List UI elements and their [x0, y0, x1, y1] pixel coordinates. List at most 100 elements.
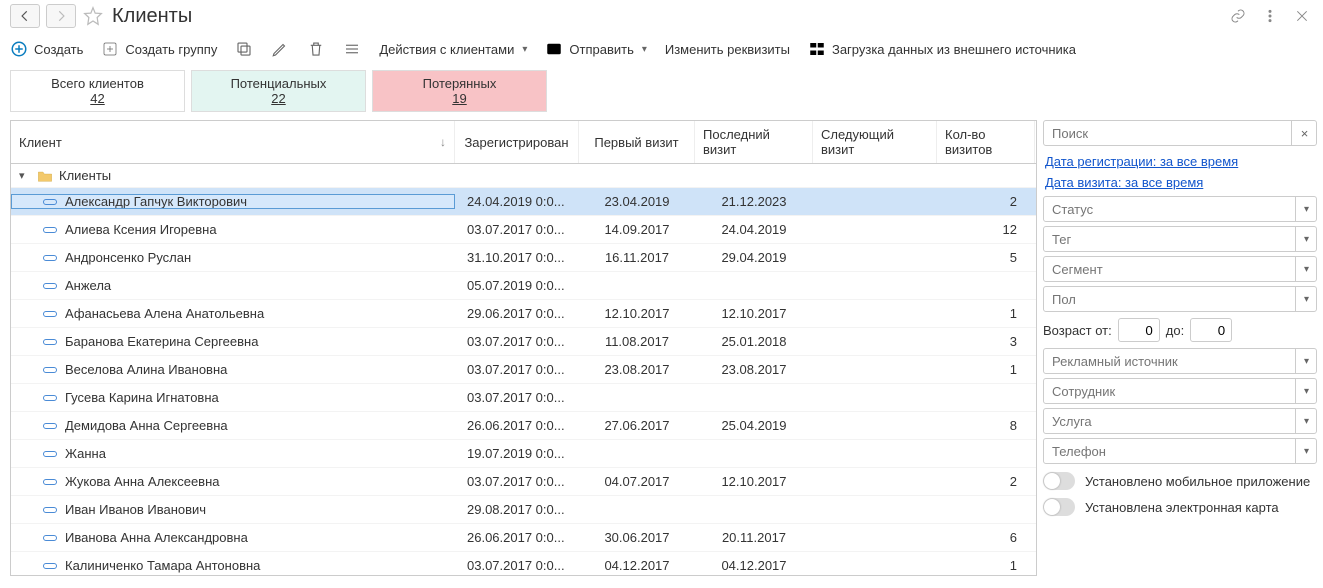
col-header-client[interactable]: Клиент ↓ — [11, 121, 455, 163]
filter-tag-select[interactable] — [1043, 226, 1317, 252]
cell-client: Демидова Анна Сергеевна — [11, 418, 455, 433]
copy-button[interactable] — [235, 40, 253, 58]
nav-forward-button[interactable] — [46, 4, 76, 28]
filter-visit-date-link[interactable]: Дата визита: за все время — [1045, 175, 1315, 190]
cell-registered: 29.06.2017 0:0... — [455, 306, 579, 321]
cell-registered: 19.07.2019 0:0... — [455, 446, 579, 461]
chevron-down-icon[interactable]: ▾ — [1295, 286, 1317, 312]
cell-first-visit: 27.06.2017 — [579, 418, 695, 433]
load-external-label: Загрузка данных из внешнего источника — [832, 42, 1076, 57]
chevron-down-icon[interactable]: ▾ — [1295, 348, 1317, 374]
table-row[interactable]: Алиева Ксения Игоревна03.07.2017 0:0...1… — [11, 216, 1036, 244]
table-row[interactable]: Баранова Екатерина Сергеевна03.07.2017 0… — [11, 328, 1036, 356]
send-label: Отправить — [569, 42, 633, 57]
toggle-ecard[interactable] — [1043, 498, 1075, 516]
table-row[interactable]: Андронсенко Руслан31.10.2017 0:0...16.11… — [11, 244, 1036, 272]
chevron-down-icon[interactable]: ▾ — [1295, 408, 1317, 434]
cell-visit-count: 6 — [937, 530, 1035, 545]
load-external-button[interactable]: Загрузка данных из внешнего источника — [808, 40, 1076, 58]
chevron-down-icon[interactable]: ▾ — [1295, 226, 1317, 252]
toggle-mobile-app[interactable] — [1043, 472, 1075, 490]
chevron-down-icon[interactable]: ▾ — [1295, 256, 1317, 282]
table-row[interactable]: Демидова Анна Сергеевна26.06.2017 0:0...… — [11, 412, 1036, 440]
table-row[interactable]: Калиниченко Тамара Антоновна03.07.2017 0… — [11, 552, 1036, 576]
table-row[interactable]: Афанасьева Алена Анатольевна29.06.2017 0… — [11, 300, 1036, 328]
cell-first-visit: 23.04.2019 — [579, 194, 695, 209]
table-row[interactable]: Иван Иванов Иванович29.08.2017 0:0... — [11, 496, 1036, 524]
group-label: Клиенты — [59, 168, 111, 183]
filter-phone-input[interactable] — [1043, 438, 1317, 464]
client-icon — [43, 423, 57, 429]
group-row[interactable]: ▾ Клиенты — [11, 164, 1036, 188]
table-row[interactable]: Жанна19.07.2019 0:0... — [11, 440, 1036, 468]
filter-gender-select[interactable] — [1043, 286, 1317, 312]
table-row[interactable]: Иванова Анна Александровна26.06.2017 0:0… — [11, 524, 1036, 552]
edit-button[interactable] — [271, 40, 289, 58]
filter-status-select[interactable] — [1043, 196, 1317, 222]
kebab-menu-icon[interactable] — [1259, 5, 1281, 27]
link-icon[interactable] — [1227, 5, 1249, 27]
table-row[interactable]: Анжела05.07.2019 0:0... — [11, 272, 1036, 300]
cell-visit-count: 1 — [937, 306, 1035, 321]
cell-last-visit: 04.12.2017 — [695, 558, 813, 573]
stat-card-all[interactable]: Всего клиентов 42 — [10, 70, 185, 112]
list-mode-button[interactable] — [343, 40, 361, 58]
cell-last-visit: 21.12.2023 — [695, 194, 813, 209]
filter-panel: × Дата регистрации: за все время Дата ви… — [1043, 120, 1317, 576]
page-title: Клиенты — [112, 5, 192, 28]
cell-first-visit: 16.11.2017 — [579, 250, 695, 265]
client-icon — [43, 367, 57, 373]
cell-registered: 29.08.2017 0:0... — [455, 502, 579, 517]
nav-back-button[interactable] — [10, 4, 40, 28]
table-row[interactable]: Жукова Анна Алексеевна03.07.2017 0:0...0… — [11, 468, 1036, 496]
favorite-star-icon[interactable] — [82, 5, 104, 27]
edit-requisites-button[interactable]: Изменить реквизиты — [665, 42, 790, 57]
tree-toggle-icon[interactable]: ▾ — [19, 169, 33, 182]
cell-client: Жанна — [11, 446, 455, 461]
table-row[interactable]: Александр Гапчук Викторович24.04.2019 0:… — [11, 188, 1036, 216]
cell-client: Анжела — [11, 278, 455, 293]
filter-service-select[interactable] — [1043, 408, 1317, 434]
col-header-first-visit[interactable]: Первый визит — [579, 121, 695, 163]
close-icon[interactable] — [1291, 5, 1313, 27]
client-actions-dropdown[interactable]: Действия с клиентами▾ — [379, 42, 527, 57]
col-header-visit-count[interactable]: Кол-во визитов — [937, 121, 1035, 163]
cell-registered: 03.07.2017 0:0... — [455, 474, 579, 489]
stat-all-label: Всего клиентов — [51, 76, 144, 91]
cell-first-visit: 12.10.2017 — [579, 306, 695, 321]
chevron-down-icon[interactable]: ▾ — [1295, 196, 1317, 222]
filter-segment-select[interactable] — [1043, 256, 1317, 282]
grid-body[interactable]: ▾ Клиенты Александр Гапчук Викторович24.… — [11, 164, 1036, 576]
stat-card-potential[interactable]: Потенциальных 22 — [191, 70, 366, 112]
toggle-mobile-label: Установлено мобильное приложение — [1085, 474, 1310, 489]
chevron-down-icon[interactable]: ▾ — [1295, 378, 1317, 404]
create-button[interactable]: Создать — [10, 40, 83, 58]
age-from-input[interactable] — [1118, 318, 1160, 342]
table-row[interactable]: Гусева Карина Игнатовна03.07.2017 0:0... — [11, 384, 1036, 412]
search-input[interactable] — [1043, 120, 1317, 146]
filter-reg-date-link[interactable]: Дата регистрации: за все время — [1045, 154, 1315, 169]
create-label: Создать — [34, 42, 83, 57]
col-header-next-visit[interactable]: Следующий визит — [813, 121, 937, 163]
age-to-input[interactable] — [1190, 318, 1232, 342]
col-header-registered[interactable]: Зарегистрирован — [455, 121, 579, 163]
send-dropdown[interactable]: Отправить▾ — [545, 40, 647, 58]
col-header-last-visit[interactable]: Последний визит — [695, 121, 813, 163]
chevron-down-icon[interactable]: ▾ — [1295, 438, 1317, 464]
delete-button[interactable] — [307, 40, 325, 58]
client-icon — [43, 199, 57, 205]
cell-first-visit: 23.08.2017 — [579, 362, 695, 377]
filter-adsource-select[interactable] — [1043, 348, 1317, 374]
search-clear-button[interactable]: × — [1291, 120, 1317, 146]
table-row[interactable]: Веселова Алина Ивановна03.07.2017 0:0...… — [11, 356, 1036, 384]
toggle-ecard-label: Установлена электронная карта — [1085, 500, 1279, 515]
filter-employee-select[interactable] — [1043, 378, 1317, 404]
sort-indicator-icon: ↓ — [440, 135, 446, 149]
stat-card-lost[interactable]: Потерянных 19 — [372, 70, 547, 112]
cell-visit-count: 3 — [937, 334, 1035, 349]
cell-registered: 26.06.2017 0:0... — [455, 418, 579, 433]
stat-potential-label: Потенциальных — [231, 76, 327, 91]
cell-visit-count: 2 — [937, 194, 1035, 209]
cell-last-visit: 23.08.2017 — [695, 362, 813, 377]
create-group-button[interactable]: Создать группу — [101, 40, 217, 58]
